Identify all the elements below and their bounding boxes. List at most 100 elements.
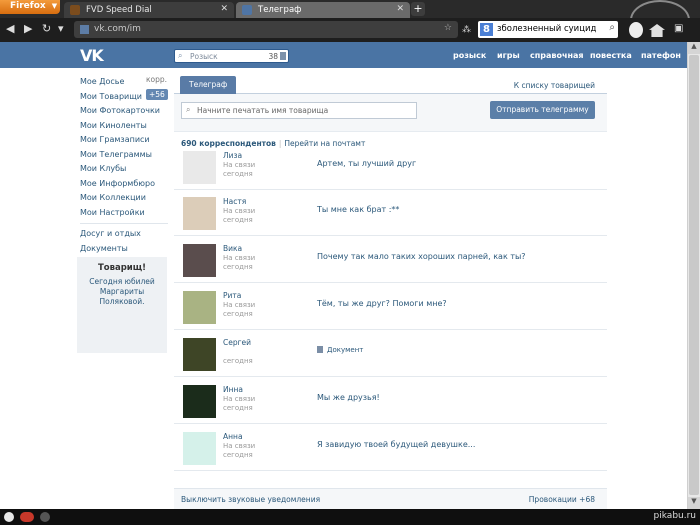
sidebar-item-groups[interactable]: Мои Клубы <box>80 162 174 177</box>
avatar[interactable] <box>183 432 216 465</box>
forward-arrow-icon[interactable]: ▶ <box>24 23 32 35</box>
dialog-name[interactable]: Инна <box>223 385 243 394</box>
search-input[interactable]: зболезненный суицид <box>497 24 601 34</box>
notice-text[interactable]: Сегодня юбилей Маргариты Поляковой. <box>81 277 163 307</box>
scroll-up-arrow-icon[interactable]: ▲ <box>688 42 700 54</box>
dialog-name[interactable]: Сергей <box>223 338 251 347</box>
dialog-message-preview[interactable]: Мы же друзья! <box>317 393 380 402</box>
dialog-row[interactable]: Анна На связи сегодня Я завидую твоей будущ… <box>174 425 607 471</box>
dialog-row[interactable]: Вика На связи сегодня Почему так мало таких… <box>174 237 607 283</box>
avatar[interactable] <box>183 385 216 418</box>
vk-page: VK ⌕ Розыск 38 розыск игры справочная по… <box>0 42 687 509</box>
firefox-menu-label: Firefox <box>10 1 46 11</box>
comrade-name-input[interactable]: ⌕ Начните печатать имя товарища <box>181 102 417 119</box>
web-search-field[interactable]: 8 зболезненный суицид ⌕ <box>478 21 618 38</box>
dialog-message-preview[interactable]: Я завидую твоей будущей девушке... <box>317 440 475 449</box>
avatar[interactable] <box>183 291 216 324</box>
reload-icon[interactable]: ↻ <box>42 23 51 35</box>
dialog-name[interactable]: Анна <box>223 432 243 441</box>
downloads-icon[interactable] <box>629 22 643 38</box>
close-icon[interactable]: ✕ <box>396 4 404 14</box>
firefox-menu-button[interactable]: Firefox ▼ <box>0 0 60 14</box>
new-tab-button[interactable]: + <box>411 2 425 16</box>
tab-title: Телеграф <box>258 5 302 15</box>
dialog-row[interactable]: Сергей сегодня Документ <box>174 331 607 377</box>
bookmarks-icon[interactable]: ▣ <box>674 23 683 34</box>
notification-icon[interactable] <box>20 512 34 522</box>
addon-icon[interactable]: ⁂ <box>462 24 471 36</box>
topnav-spravochnaya[interactable]: справочная <box>530 51 584 60</box>
comrades-count-badge[interactable]: +56 <box>146 89 168 100</box>
message-text: Ты мне как брат :** <box>317 205 400 214</box>
avatar[interactable] <box>183 151 216 184</box>
url-bar[interactable]: vk.com/im ☆ <box>74 21 458 38</box>
disable-sound-link[interactable]: Выключить звуковые уведомления <box>181 495 320 504</box>
browser-tab-telegraf[interactable]: Телеграф ✕ <box>236 2 410 18</box>
dialog-name[interactable]: Рита <box>223 291 241 300</box>
online-status: На связи <box>223 395 256 403</box>
messages-panel: Телеграф К списку товарищей ⌕ Начните пе… <box>174 72 607 509</box>
sidebar-item-photos[interactable]: Мои Фотокарточки <box>80 104 174 119</box>
dialog-name[interactable]: Настя <box>223 197 246 206</box>
dialog-date: сегодня <box>223 451 253 459</box>
vk-logo[interactable]: VK <box>80 46 104 65</box>
topnav-rozysk[interactable]: розыск <box>453 51 486 60</box>
dialog-row[interactable]: Рита На связи сегодня Тём, ты же друг? Помо… <box>174 284 607 330</box>
dialog-message-preview[interactable]: Ты мне как брат :** <box>317 205 399 214</box>
dialog-message-preview[interactable]: Артем, ты лучший друг <box>317 159 416 168</box>
page-menu-icon[interactable]: ▾ <box>58 23 64 35</box>
tray-icon[interactable] <box>40 512 50 522</box>
url-text: vk.com/im <box>94 24 141 34</box>
close-icon[interactable]: ✕ <box>220 4 228 14</box>
document-icon <box>317 346 323 353</box>
dialog-name[interactable]: Вика <box>223 244 242 253</box>
sidebar-item-news[interactable]: Мое Информбюро <box>80 177 174 192</box>
sidebar-item-collections[interactable]: Мои Коллекции <box>80 191 174 206</box>
search-icon[interactable]: ⌕ <box>609 22 615 33</box>
topnav-igry[interactable]: игры <box>497 51 520 60</box>
dialog-row[interactable]: Лиза На связи сегодня Артем, ты лучший друг <box>174 144 607 190</box>
avatar[interactable] <box>183 197 216 230</box>
avatar[interactable] <box>183 244 216 277</box>
browser-tab-speed-dial[interactable]: FVD Speed Dial ✕ <box>64 2 234 18</box>
message-text: Почему так мало таких хороших парней, ка… <box>317 252 526 261</box>
scroll-thumb[interactable] <box>689 55 699 495</box>
back-arrow-icon[interactable]: ◀ <box>6 23 14 35</box>
sidebar-item-settings[interactable]: Мои Настройки <box>80 206 174 221</box>
online-status: На связи <box>223 254 256 262</box>
start-icon[interactable] <box>4 512 14 522</box>
provocations-link[interactable]: Провокации +68 <box>529 495 595 504</box>
birthday-notice: Товарищ! Сегодня юбилей Маргариты Поляко… <box>77 257 167 353</box>
compose-row: ⌕ Начните печатать имя товарища Отправит… <box>174 94 607 132</box>
tab-telegraf[interactable]: Телеграф <box>180 76 237 94</box>
send-telegram-button[interactable]: Отправить телеграмму <box>490 101 595 119</box>
sidebar-item-messages[interactable]: Мои Телеграммы <box>80 148 174 163</box>
message-text: Мы же друзья! <box>317 393 380 402</box>
avatar[interactable] <box>183 338 216 371</box>
dialog-message-preview[interactable]: Документ <box>317 346 363 354</box>
notice-title: Товарищ! <box>97 263 147 273</box>
to-comrades-list-link[interactable]: К списку товарищей <box>514 81 595 90</box>
vk-search-count: 38 <box>268 52 278 61</box>
topnav-povestka[interactable]: повестка <box>590 51 632 60</box>
sidebar-divider <box>80 223 168 224</box>
sidebar-item-videos[interactable]: Мои Киноленты <box>80 119 174 134</box>
search-engine-icon[interactable]: 8 <box>480 23 493 36</box>
notice-text-line-2: Маргариты <box>99 287 145 296</box>
bookmark-star-icon[interactable]: ☆ <box>444 23 452 33</box>
browser-tab-bar: Firefox ▼ FVD Speed Dial ✕ Телеграф ✕ + <box>0 0 700 40</box>
sidebar-item-documents[interactable]: Документы <box>80 242 174 257</box>
dialog-row[interactable]: Инна На связи сегодня Мы же друзья! <box>174 378 607 424</box>
scroll-down-arrow-icon[interactable]: ▼ <box>688 497 700 509</box>
vk-search-input[interactable]: ⌕ Розыск 38 <box>174 49 289 63</box>
topnav-patefon[interactable]: патефон <box>641 51 681 60</box>
dialog-message-preview[interactable]: Тём, ты же друг? Помоги мне? <box>317 299 447 308</box>
watermark-text: pikabu.ru <box>653 511 696 521</box>
sidebar-item-leisure[interactable]: Досуг и отдых <box>80 227 174 242</box>
sidebar-item-audio[interactable]: Мои Грамзаписи <box>80 133 174 148</box>
dialog-message-preview[interactable]: Почему так мало таких хороших парней, ка… <box>317 252 526 261</box>
sidebar-korr-label[interactable]: корр. <box>146 75 167 84</box>
page-scrollbar[interactable]: ▲ ▼ <box>687 42 700 509</box>
dialog-row[interactable]: Настя На связи сегодня Ты мне как брат :** <box>174 190 607 236</box>
dialog-name[interactable]: Лиза <box>223 151 242 160</box>
